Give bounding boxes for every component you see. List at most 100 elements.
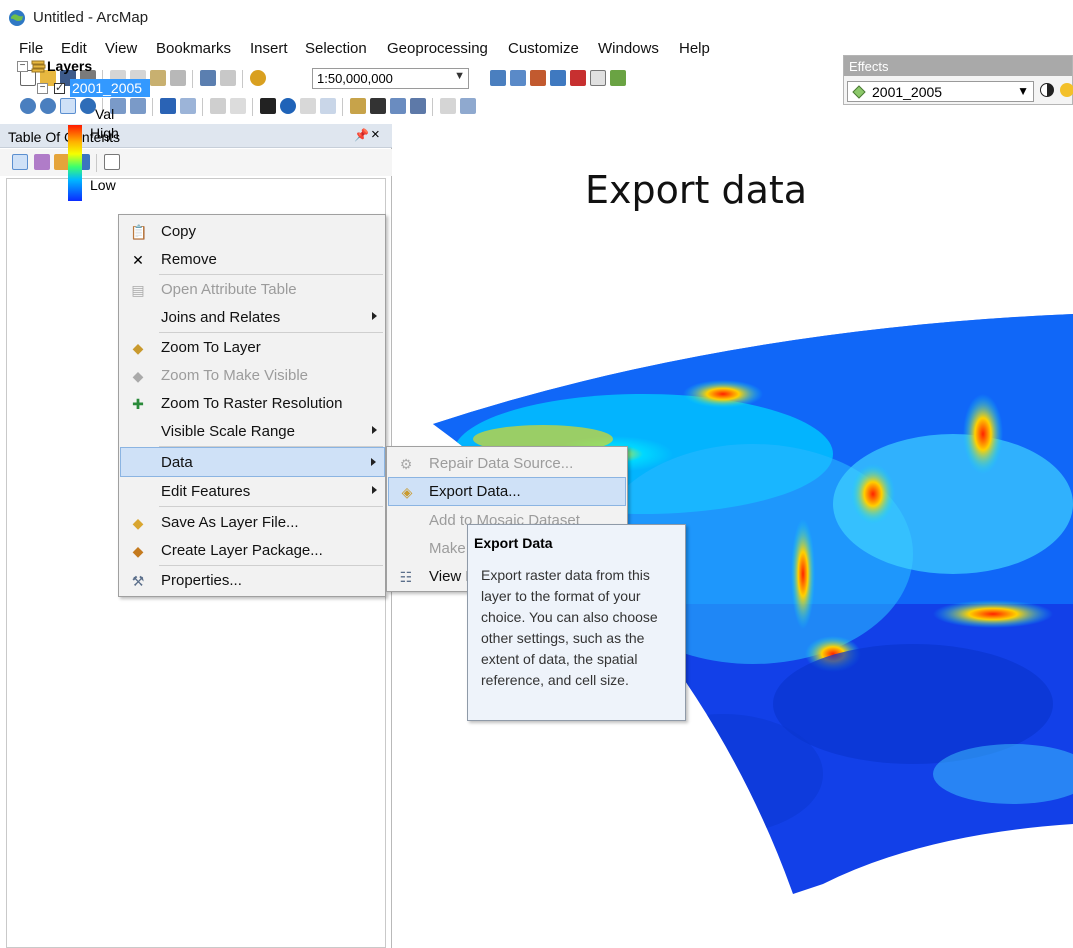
menu-item-zoom-to-layer[interactable]: ◆ Zoom To Layer [120,334,385,362]
time-slider-icon[interactable] [440,98,456,114]
collapse-layer-toggle[interactable]: − [37,83,48,94]
map-scale-combo[interactable]: 1:50,000,000 ▼ [312,68,469,89]
toolbar-separator [152,98,153,116]
python-window-icon[interactable] [590,70,606,86]
menu-edit[interactable]: Edit [61,40,87,57]
fixed-zoom-out-icon[interactable] [130,98,146,114]
menu-selection[interactable]: Selection [305,40,367,57]
menu-item-edit-features[interactable]: Edit Features [120,478,385,506]
menu-view[interactable]: View [105,40,137,57]
brightness-icon[interactable] [1060,83,1073,97]
copy-icon: 📋 [130,224,148,240]
full-extent-icon[interactable] [80,98,96,114]
list-by-source-icon[interactable] [34,154,50,170]
menu-item-label: Repair Data Source... [429,455,574,472]
menu-item-label: View I [429,568,470,585]
menu-item-zoom-to-make-visible[interactable]: ◆ Zoom To Make Visible [120,362,385,390]
menu-insert[interactable]: Insert [250,40,288,57]
menu-item-copy[interactable]: 📋 Copy [120,218,385,246]
menu-item-zoom-to-raster-resolution[interactable]: ✚ Zoom To Raster Resolution [120,390,385,418]
layer-visibility-checkbox[interactable]: ✓ [54,83,65,94]
layer-2001-2005[interactable]: 2001_2005 [70,79,150,97]
html-popup-icon[interactable] [320,98,336,114]
legend-field-label: Val [95,106,115,122]
zoom-in-icon[interactable] [20,98,36,114]
options-icon[interactable] [104,154,120,170]
menu-item-visible-scale-range[interactable]: Visible Scale Range [120,418,385,446]
menu-item-label: Remove [161,251,217,268]
contrast-icon[interactable] [1040,83,1054,97]
layer-package-icon: ◆ [132,543,144,559]
menu-bar: File Edit View Bookmarks Insert Selectio… [0,40,830,62]
list-by-drawing-order-icon[interactable] [12,154,28,170]
zoom-out-icon[interactable] [40,98,56,114]
identify-icon[interactable] [280,98,296,114]
search-window-icon[interactable] [550,70,566,86]
catalog-icon[interactable] [530,70,546,86]
export-data-heading: Export data [585,168,808,212]
menu-item-label: Save As Layer File... [161,514,299,531]
legend-high-label: High [90,125,119,141]
close-icon[interactable]: × [371,126,380,143]
select-elements-arrow-icon[interactable] [260,98,276,114]
tooltip-body: Export raster data from this layer to th… [481,567,658,688]
collapse-layers-toggle[interactable]: − [17,61,28,72]
menu-item-properties[interactable]: ⚒ Properties... [120,567,385,595]
menu-item-save-as-layer-file[interactable]: ◆ Save As Layer File... [120,509,385,537]
menu-windows[interactable]: Windows [598,40,659,57]
export-data-icon: ◈ [401,484,413,500]
menu-file[interactable]: File [19,40,43,57]
effects-toolbar-header[interactable]: Effects [844,56,1072,76]
editor-icon[interactable] [490,70,506,86]
menu-item-label: Copy [161,223,197,240]
toc-window-icon[interactable] [510,70,526,86]
menu-item-repair-data-source[interactable]: ⚙ Repair Data Source... [388,450,626,478]
paste-icon[interactable] [150,70,166,86]
hyperlink-icon[interactable] [300,98,316,114]
menu-item-joins-and-relates[interactable]: Joins and Relates [120,304,385,332]
toolbar-separator [202,98,203,116]
tooltip-title: Export Data [474,535,553,551]
legend-color-ramp[interactable] [68,125,82,201]
submenu-arrow-icon [372,312,377,320]
pan-hand-icon[interactable] [60,98,76,114]
menu-item-label: Export Data... [429,483,521,500]
arctoolbox-icon[interactable] [570,70,586,86]
measure-icon[interactable] [350,98,366,114]
effects-layer-value: 2001_2005 [872,84,943,100]
clear-selection-icon[interactable] [230,98,246,114]
forward-arrow-icon[interactable] [180,98,196,114]
menu-item-create-layer-package[interactable]: ◆ Create Layer Package... [120,537,385,565]
legend-low-label: Low [90,177,116,193]
find-route-icon[interactable] [390,98,406,114]
find-binoculars-icon[interactable] [370,98,386,114]
delete-icon[interactable] [170,70,186,86]
menu-bookmarks[interactable]: Bookmarks [156,40,231,57]
back-arrow-icon[interactable] [160,98,176,114]
menu-item-remove[interactable]: ✕ Remove [120,246,385,274]
menu-item-data[interactable]: Data [120,447,385,477]
menu-customize[interactable]: Customize [508,40,579,57]
pin-icon[interactable]: 📌 [354,128,369,142]
viewer-window-icon[interactable] [460,98,476,114]
layers-root-label[interactable]: Layers [47,58,92,74]
model-builder-icon[interactable] [610,70,626,86]
repair-data-source-icon: ⚙ [399,456,413,472]
redo-icon[interactable] [220,70,236,86]
add-data-icon[interactable] [250,70,266,86]
select-features-icon[interactable] [210,98,226,114]
effects-layer-select[interactable]: 2001_2005 ▼ [847,81,1034,102]
effects-toolbar-title: Effects [849,59,889,74]
menu-item-open-attribute-table[interactable]: ▤ Open Attribute Table [120,276,385,304]
chevron-down-icon[interactable]: ▼ [454,70,465,82]
menu-item-export-data[interactable]: ◈ Export Data... [388,477,626,506]
menu-item-label: Data [161,454,193,471]
menu-help[interactable]: Help [679,40,710,57]
layers-stack-icon [31,60,46,73]
undo-icon[interactable] [200,70,216,86]
go-to-xy-icon[interactable] [410,98,426,114]
chevron-down-icon[interactable]: ▼ [1017,84,1029,98]
menu-geoprocessing[interactable]: Geoprocessing [387,40,488,57]
title-bar: Untitled - ArcMap [0,0,1073,38]
map-scale-value: 1:50,000,000 [317,71,393,86]
